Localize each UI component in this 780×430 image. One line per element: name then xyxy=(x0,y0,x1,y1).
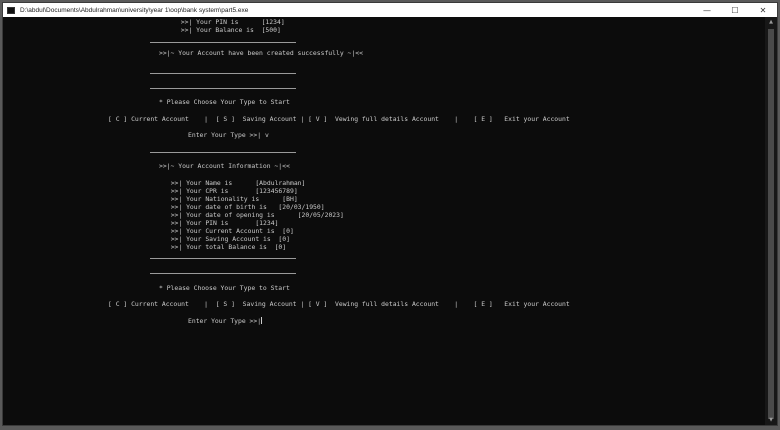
console-window: D:\abdul\Documents\Abdulrahman\universit… xyxy=(2,2,778,426)
enter-type-line: Enter Your Type >>| v xyxy=(188,131,269,139)
info-line-total-balance: >>| Your total Balance is [0] xyxy=(163,243,287,251)
minimize-button[interactable]: — xyxy=(693,3,721,17)
choose-type-prompt: * Please Choose Your Type to Start xyxy=(159,98,290,106)
choose-type-prompt: * Please Choose Your Type to Start xyxy=(159,284,290,292)
text-cursor xyxy=(261,317,263,324)
account-type-menu: [ C ] Current Account | [ S ] Saving Acc… xyxy=(108,300,570,308)
info-line-birth-date: >>| Your date of birth is [20/03/1950] xyxy=(163,203,325,211)
enter-type-line[interactable]: Enter Your Type >>| xyxy=(188,317,263,325)
account-info-header: >>|~ Your Account Information ~|<< xyxy=(159,162,290,170)
separator-line xyxy=(150,73,296,74)
info-line-cpr: >>| Your CPR is [123456789] xyxy=(163,187,298,195)
scroll-up-icon[interactable]: ▲ xyxy=(765,17,777,27)
info-line-nationality: >>| Your Nationality is [BH] xyxy=(163,195,298,203)
maximize-button[interactable]: ☐ xyxy=(721,3,749,17)
scroll-down-icon[interactable]: ▼ xyxy=(765,415,777,425)
separator-line xyxy=(150,273,296,274)
info-line-saving-account: >>| Your Saving Account is [0] xyxy=(163,235,290,243)
console-line-balance: >>| Your Balance is [500] xyxy=(150,26,281,34)
vertical-scrollbar[interactable]: ▲ ▼ xyxy=(765,17,777,425)
separator-line xyxy=(150,42,296,43)
info-line-name: >>| Your Name is [Abdulrahman] xyxy=(163,179,306,187)
separator-line xyxy=(150,88,296,89)
info-line-pin: >>| Your PIN is [1234] xyxy=(163,219,279,227)
account-created-message: >>|~ Your Account have been created succ… xyxy=(159,49,363,57)
close-button[interactable]: ✕ xyxy=(749,3,777,17)
window-title: D:\abdul\Documents\Abdulrahman\universit… xyxy=(20,6,249,14)
info-line-opening-date: >>| Your date of opening is [20/05/2023] xyxy=(163,211,344,219)
console-output[interactable]: >>| Your PIN is [1234] >>| Your Balance … xyxy=(3,17,765,425)
enter-type-prompt: Enter Your Type >>| xyxy=(188,317,262,325)
separator-line xyxy=(150,152,296,153)
scrollbar-thumb[interactable] xyxy=(768,29,774,419)
console-app-icon xyxy=(7,6,15,14)
window-controls: — ☐ ✕ xyxy=(693,3,777,17)
separator-line xyxy=(150,258,296,259)
console-line-pin: >>| Your PIN is [1234] xyxy=(150,18,285,26)
account-type-menu: [ C ] Current Account | [ S ] Saving Acc… xyxy=(108,115,570,123)
title-bar[interactable]: D:\abdul\Documents\Abdulrahman\universit… xyxy=(3,3,777,17)
info-line-current-account: >>| Your Current Account is [0] xyxy=(163,227,294,235)
